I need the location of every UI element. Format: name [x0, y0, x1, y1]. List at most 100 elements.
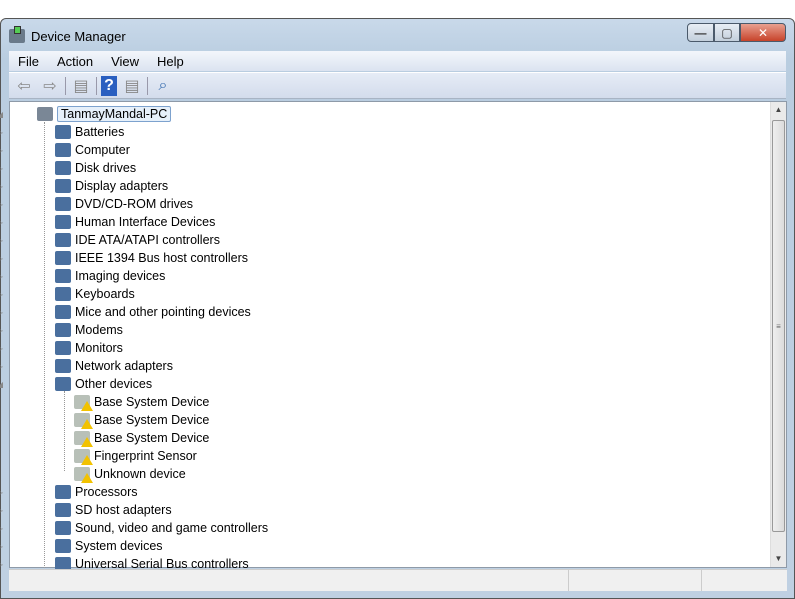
forward-arrow-icon[interactable]: ⇨	[39, 76, 61, 96]
expand-arrow-icon[interactable]: ▷	[0, 326, 4, 335]
tree-item-modems[interactable]: ▷ Modems	[0, 321, 123, 339]
tree-item-label: System devices	[75, 539, 163, 553]
tree-item-disk-drives[interactable]: ▷ Disk drives	[0, 159, 137, 177]
expand-arrow-icon[interactable]: ▷	[0, 254, 4, 263]
monitors-icon	[55, 341, 71, 355]
toolbar: ⇦ ⇨ ▤ ? ▤ ⌕	[9, 72, 786, 99]
sd-host-adapters-icon	[55, 503, 71, 517]
show-hide-console-tree-icon[interactable]: ▤	[70, 76, 92, 96]
menu-bar: File Action View Help	[9, 51, 786, 71]
properties-icon[interactable]: ▤	[121, 76, 143, 96]
expand-arrow-icon[interactable]: ▷	[0, 236, 4, 245]
network-adapters-icon	[55, 359, 71, 373]
expand-arrow-icon[interactable]: ▷	[0, 290, 4, 299]
tree-item-ide-ata-atapi-controllers[interactable]: ▷ IDE ATA/ATAPI controllers	[0, 231, 220, 249]
tree-item-label: Fingerprint Sensor	[94, 449, 197, 463]
expand-arrow-icon[interactable]: ▷	[0, 308, 4, 317]
tree-item-label: Human Interface Devices	[75, 215, 216, 229]
tree-item-label: SD host adapters	[75, 503, 172, 517]
tree-item-label: TanmayMandal-PC	[57, 106, 172, 122]
batteries-icon	[55, 125, 71, 139]
help-icon[interactable]: ?	[101, 75, 117, 96]
status-bar	[9, 569, 787, 591]
tree-item-label: DVD/CD-ROM drives	[75, 197, 194, 211]
tree-item-label: Network adapters	[75, 359, 173, 373]
tree-item-base-system-device[interactable]: Base System Device	[74, 411, 209, 429]
tree-item-fingerprint-sensor[interactable]: Fingerprint Sensor	[74, 447, 197, 465]
computer-icon	[55, 143, 71, 157]
tree-root-computer[interactable]: ◢ TanmayMandal-PC	[0, 105, 172, 123]
tree-item-human-interface-devices[interactable]: ▷ Human Interface Devices	[0, 213, 216, 231]
tree-item-label: Keyboards	[75, 287, 135, 301]
tree-item-dvd-cd-rom-drives[interactable]: ▷ DVD/CD-ROM drives	[0, 195, 194, 213]
tree-item-label: IEEE 1394 Bus host controllers	[75, 251, 249, 265]
tree-item-unknown-device[interactable]: Unknown device	[74, 465, 186, 483]
warning-device-icon	[74, 395, 93, 411]
warning-device-icon	[74, 413, 93, 429]
scroll-up-arrow-icon[interactable]: ▲	[771, 102, 786, 118]
expand-arrow-icon[interactable]: ▷	[0, 488, 4, 497]
tree-item-base-system-device[interactable]: Base System Device	[74, 393, 209, 411]
ide-ata-atapi-controllers-icon	[55, 233, 71, 247]
expand-arrow-icon[interactable]: ▷	[0, 362, 4, 371]
collapse-arrow-icon[interactable]: ◢	[0, 110, 4, 119]
collapse-arrow-icon[interactable]: ◢	[0, 380, 4, 389]
back-arrow-icon[interactable]: ⇦	[13, 76, 35, 96]
tree-item-base-system-device[interactable]: Base System Device	[74, 429, 209, 447]
tree-item-label: Unknown device	[94, 467, 186, 481]
expand-arrow-icon[interactable]: ▷	[0, 200, 4, 209]
scroll-down-arrow-icon[interactable]: ▼	[771, 551, 786, 567]
tree-item-batteries[interactable]: ▷ Batteries	[0, 123, 125, 141]
tree-item-imaging-devices[interactable]: ▷ Imaging devices	[0, 267, 166, 285]
menu-help[interactable]: Help	[148, 54, 193, 69]
tree-item-label: Batteries	[75, 125, 125, 139]
vertical-scrollbar[interactable]: ▲ ≡ ▼	[770, 102, 786, 567]
tree-item-mice-and-other-pointing-devices[interactable]: ▷ Mice and other pointing devices	[0, 303, 251, 321]
tree-item-label: Imaging devices	[75, 269, 166, 283]
tree-item-processors[interactable]: ▷ Processors	[0, 483, 138, 501]
menu-file[interactable]: File	[9, 54, 48, 69]
scrollbar-thumb[interactable]: ≡	[772, 120, 785, 532]
close-button[interactable]: ✕	[740, 23, 786, 42]
expand-arrow-icon[interactable]: ▷	[0, 560, 4, 569]
expand-arrow-icon[interactable]: ▷	[0, 146, 4, 155]
menu-view[interactable]: View	[102, 54, 148, 69]
expand-arrow-icon[interactable]: ▷	[0, 128, 4, 137]
tree-item-system-devices[interactable]: ▷ System devices	[0, 537, 163, 555]
scan-hardware-icon[interactable]: ⌕	[152, 76, 174, 96]
status-pane	[569, 570, 702, 591]
tree-item-label: Disk drives	[75, 161, 137, 175]
expand-arrow-icon[interactable]: ▷	[0, 272, 4, 281]
tree-item-label: Other devices	[75, 377, 153, 391]
tree-item-display-adapters[interactable]: ▷ Display adapters	[0, 177, 168, 195]
minimize-button[interactable]: —	[687, 23, 714, 42]
maximize-button[interactable]: ▢	[714, 23, 740, 42]
menu-action[interactable]: Action	[48, 54, 102, 69]
warning-device-icon	[74, 431, 93, 447]
status-pane	[9, 570, 569, 591]
toolbar-separator	[65, 76, 66, 95]
tree-item-sd-host-adapters[interactable]: ▷ SD host adapters	[0, 501, 172, 519]
expand-arrow-icon[interactable]: ▷	[0, 506, 4, 515]
tree-item-label: Computer	[75, 143, 130, 157]
imaging-devices-icon	[55, 269, 71, 283]
tree-line	[64, 391, 65, 471]
tree-item-network-adapters[interactable]: ▷ Network adapters	[0, 357, 173, 375]
tree-item-keyboards[interactable]: ▷ Keyboards	[0, 285, 135, 303]
tree-item-computer[interactable]: ▷ Computer	[0, 141, 130, 159]
expand-arrow-icon[interactable]: ▷	[0, 524, 4, 533]
device-tree[interactable]: ▲ ≡ ▼ ◢ TanmayMandal-PC ▷ Batteries ▷ Compute…	[0, 101, 787, 572]
expand-arrow-icon[interactable]: ▷	[0, 542, 4, 551]
tree-item-ieee-1394-bus-host-controllers[interactable]: ▷ IEEE 1394 Bus host controllers	[0, 249, 249, 267]
expand-arrow-icon[interactable]: ▷	[0, 218, 4, 227]
tree-item-other-devices[interactable]: ◢ Other devices	[0, 375, 153, 393]
tree-item-monitors[interactable]: ▷ Monitors	[0, 339, 123, 357]
warning-device-icon	[74, 449, 93, 465]
expand-arrow-icon[interactable]: ▷	[0, 164, 4, 173]
tree-item-sound-video-and-game-controllers[interactable]: ▷ Sound, video and game controllers	[0, 519, 269, 537]
expand-arrow-icon[interactable]: ▷	[0, 182, 4, 191]
keyboards-icon	[55, 287, 71, 301]
expand-arrow-icon[interactable]: ▷	[0, 344, 4, 353]
computer-icon	[37, 107, 53, 121]
tree-item-label: Sound, video and game controllers	[75, 521, 269, 535]
